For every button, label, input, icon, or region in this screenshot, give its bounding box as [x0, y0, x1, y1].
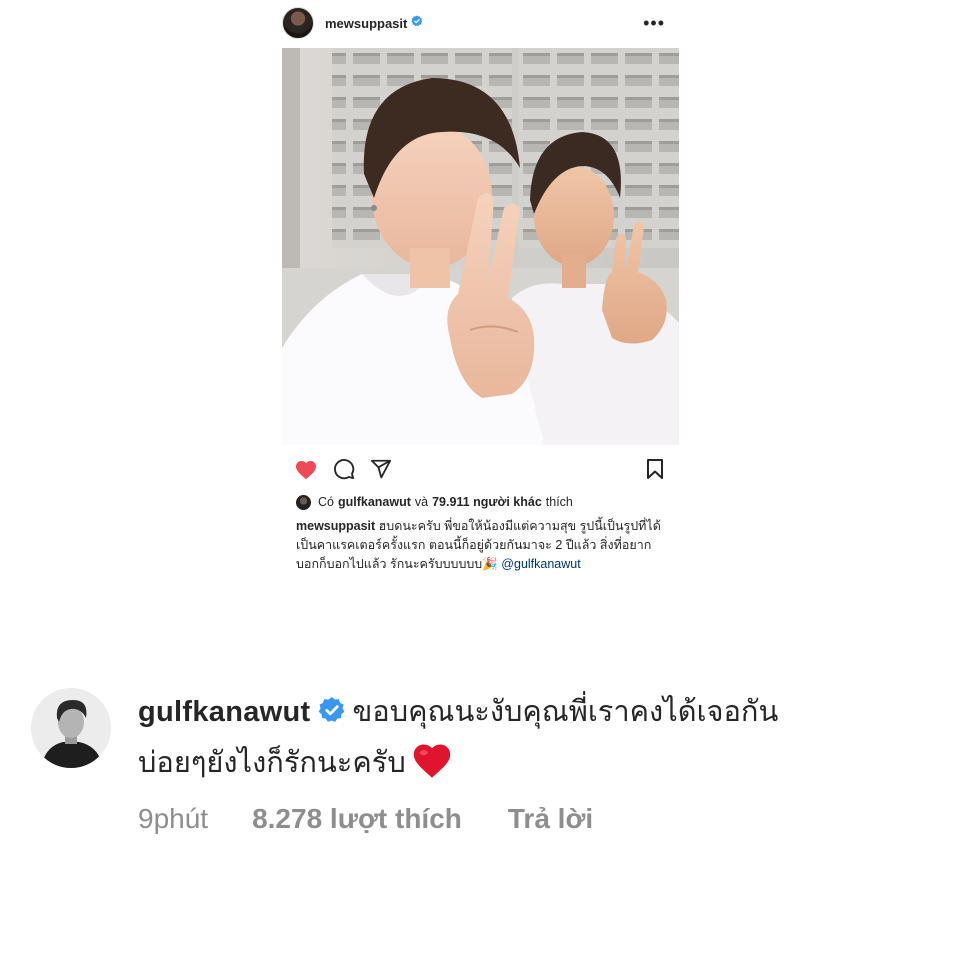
comment-text-line2: บ่อยๆยังไงก็รักนะครับ — [138, 747, 406, 779]
likes-prefix: Có — [318, 495, 334, 509]
like-heart-icon[interactable] — [294, 458, 318, 480]
more-options-icon[interactable]: ••• — [643, 14, 679, 32]
comment-body: gulfkanawut ขอบคุณนะงับคุณพี่เราคงได้เจอ… — [138, 688, 938, 794]
likes-count[interactable]: 79.911 người khác — [432, 495, 542, 509]
verified-badge-icon — [411, 14, 423, 32]
caption-mention[interactable]: @gulfkanawut — [501, 557, 580, 571]
likes-summary[interactable]: Có gulfkanawut và 79.911 người khác thíc… — [296, 492, 573, 512]
selfie-photo-illustration — [282, 48, 679, 445]
comment-username[interactable]: gulfkanawut — [138, 696, 310, 728]
post-author-username[interactable]: mewsuppasit — [325, 16, 407, 31]
post-photo[interactable] — [282, 48, 679, 445]
reply-button[interactable]: Trả lời — [508, 803, 593, 835]
post-author-avatar[interactable] — [282, 7, 314, 39]
comment-timestamp: 9phút — [138, 803, 209, 834]
comment-icon[interactable] — [333, 458, 355, 480]
commenter-avatar[interactable] — [31, 688, 111, 768]
comment-meta: 9phút 8.278 lượt thích Trả lời — [138, 803, 593, 835]
comment-text-line1: ขอบคุณนะงับคุณพี่เราคงได้เจอกัน — [352, 696, 779, 728]
commenter-avatar-illustration — [31, 688, 111, 768]
verified-badge-icon — [318, 691, 346, 739]
post-action-bar — [282, 455, 679, 483]
post-header: mewsuppasit ••• — [282, 4, 679, 42]
comment: gulfkanawut ขอบคุณนะงับคุณพี่เราคงได้เจอ… — [138, 688, 938, 794]
save-bookmark-icon[interactable] — [645, 458, 665, 480]
comment-like-count[interactable]: 8.278 lượt thích — [252, 803, 462, 835]
likes-suffix: thích — [545, 495, 573, 509]
share-direct-icon[interactable] — [370, 458, 392, 480]
red-heart-emoji-icon — [410, 739, 454, 794]
liker-avatar — [296, 494, 311, 510]
likes-middle: và — [414, 495, 429, 509]
caption-username[interactable]: mewsuppasit — [296, 519, 375, 533]
post-caption: mewsuppasit ฮบดนะครับ พี่ขอให้น้องมีแต่ค… — [296, 517, 666, 574]
liker-username[interactable]: gulfkanawut — [338, 495, 411, 509]
